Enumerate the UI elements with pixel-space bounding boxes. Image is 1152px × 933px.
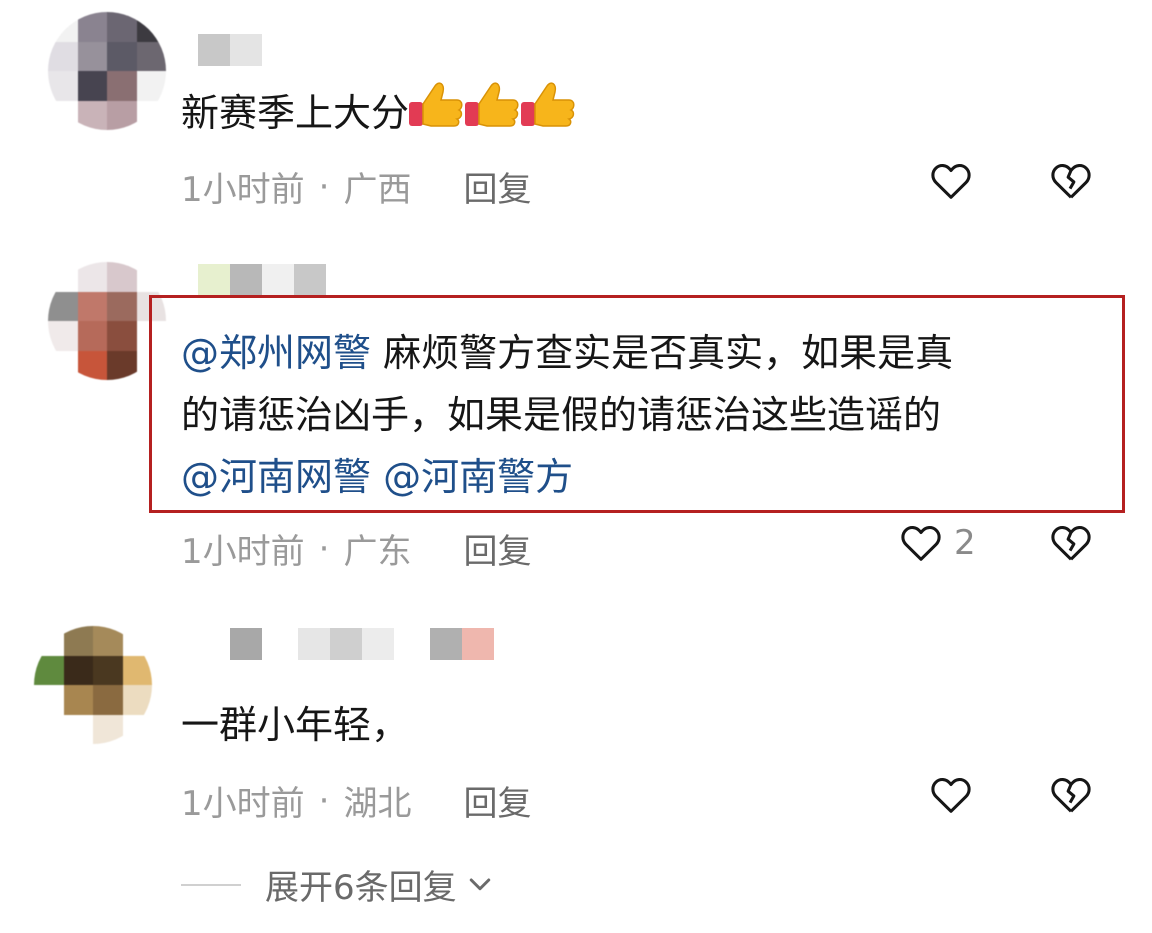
like-count: 2 [954,523,976,563]
timestamp: 1小时前 [181,170,305,210]
separator: · [318,780,330,821]
username[interactable] [230,628,494,660]
location: 广东 [343,532,412,572]
timestamp: 1小时前 [181,784,305,824]
like-button[interactable] [928,158,984,204]
timestamp: 1小时前 [181,532,305,572]
dislike-button[interactable] [1048,520,1094,566]
chevron-down-icon [469,878,490,890]
thumbs-up-icon [463,80,521,148]
comment-text: 一群小年轻， [181,703,410,747]
expand-replies-button[interactable]: 展开6条回复 [181,860,495,909]
avatar[interactable] [34,626,152,744]
avatar[interactable] [48,12,166,130]
expand-replies-label: 展开6条回复 [265,868,457,908]
like-button[interactable]: 2 [898,520,976,566]
location: 广西 [343,170,412,210]
username[interactable] [198,264,326,296]
username[interactable] [198,34,262,66]
separator: · [318,528,330,569]
dislike-button[interactable] [1048,158,1094,204]
divider [181,883,241,886]
thumbs-up-icon [519,80,577,148]
broken-heart-icon [1051,164,1091,199]
broken-heart-icon [1051,778,1091,813]
heart-icon [901,526,941,561]
location: 湖北 [343,784,412,824]
like-button[interactable] [928,772,984,818]
thumbs-up-icon [407,80,465,148]
dislike-button[interactable] [1048,772,1094,818]
comment-meta: 1小时前 · 湖北 回复 [181,776,531,825]
reply-button[interactable]: 回复 [463,776,531,825]
heart-icon [931,164,971,199]
comment-meta: 1小时前 · 广西 回复 [181,162,531,211]
heart-icon [931,778,971,813]
highlight-box [149,295,1125,513]
comment-meta: 1小时前 · 广东 回复 [181,524,531,573]
broken-heart-icon [1051,526,1091,561]
reply-button[interactable]: 回复 [463,162,531,211]
separator: · [318,166,330,207]
comment-text: 新赛季上大分 [181,80,577,148]
reply-button[interactable]: 回复 [463,524,531,573]
